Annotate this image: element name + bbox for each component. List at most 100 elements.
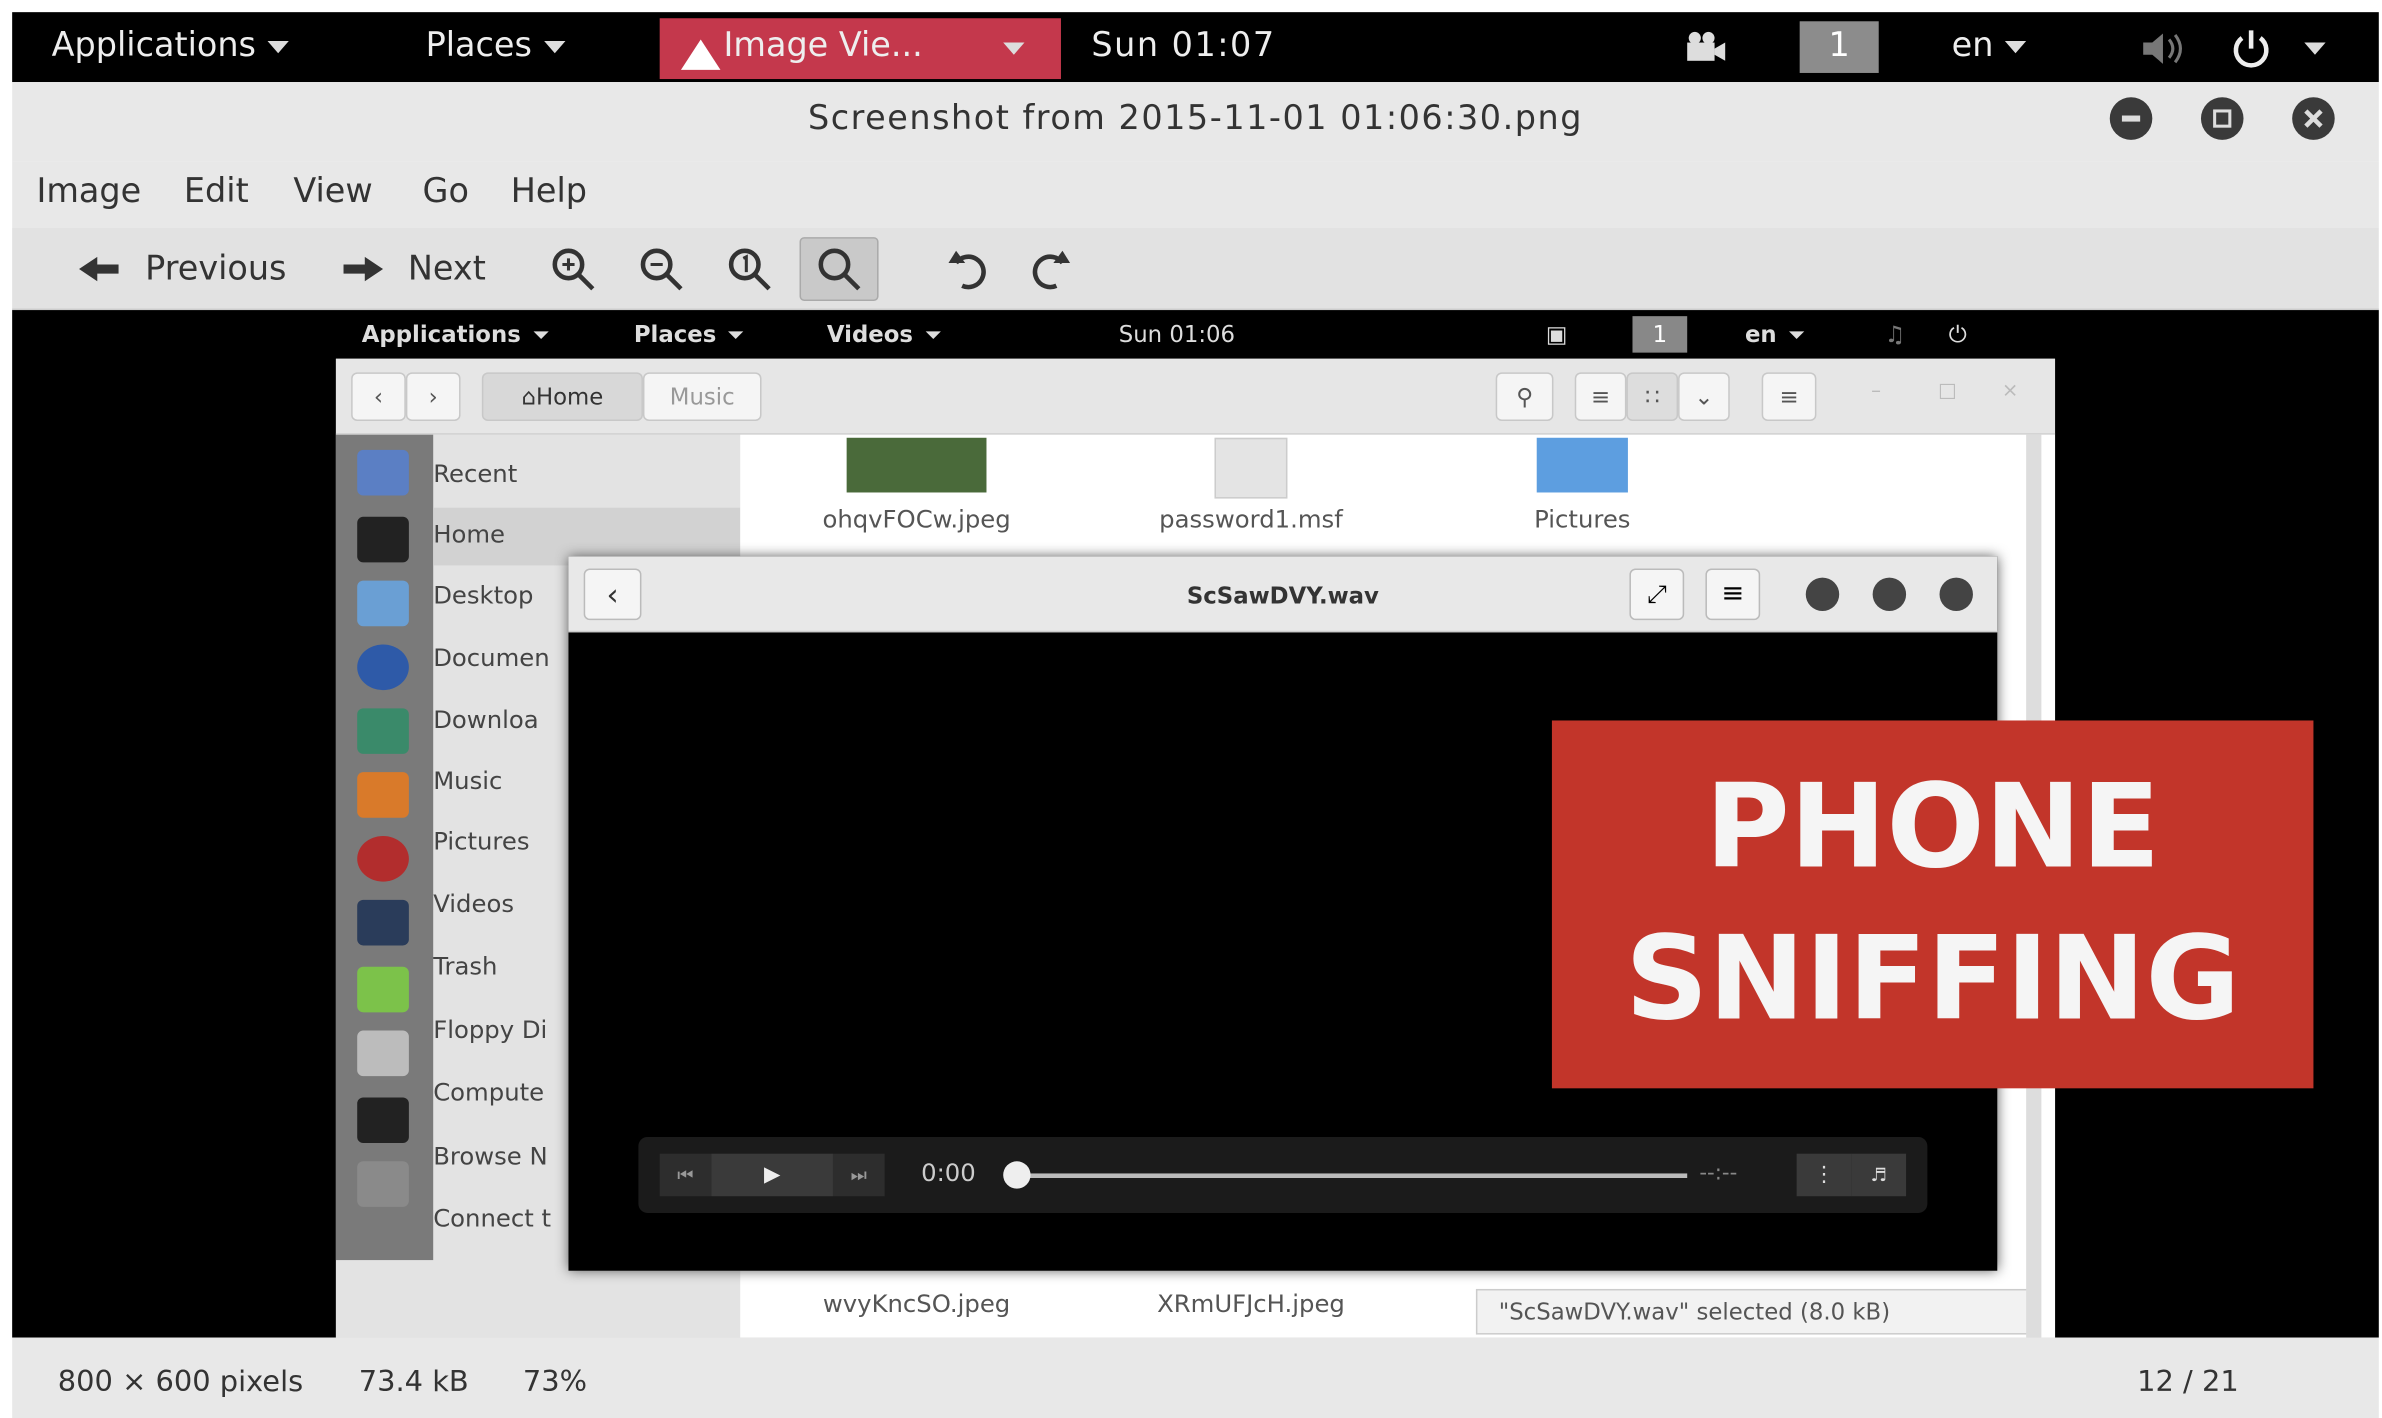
active-app-menu[interactable]: Image Vie... xyxy=(659,18,1061,80)
zoom-fit-button[interactable] xyxy=(799,237,879,301)
menu-go[interactable]: Go xyxy=(423,173,469,211)
breadcrumb-home-label: Home xyxy=(535,383,604,411)
zoom-original-icon xyxy=(728,248,771,291)
skip-back-icon: ⏮ xyxy=(659,1153,712,1197)
folder-icon xyxy=(357,580,409,627)
dock-tool-icon xyxy=(357,708,409,754)
inner-language: en xyxy=(1745,321,1805,348)
video-camera-icon[interactable] xyxy=(1681,30,1727,63)
rotate-right-icon xyxy=(1032,250,1071,290)
window-title: Screenshot from 2015-11-01 01:06:30.png xyxy=(807,100,1583,139)
chevron-down-icon xyxy=(1003,42,1025,55)
player-menu-icon: ≡ xyxy=(1705,568,1761,621)
playback-controls: ⏮ ▶ ⏭ 0:00 --:-- ⋮ ♬ xyxy=(638,1136,1928,1213)
pictures-folder-icon xyxy=(1536,437,1628,493)
kali-icon xyxy=(357,899,409,946)
workspace-indicator[interactable]: 1 xyxy=(1799,21,1879,73)
banner-line-2: SNIFFING xyxy=(1625,910,2241,1046)
close-icon xyxy=(2304,109,2323,128)
selection-status: "ScSawDVY.wav" selected (8.0 kB) xyxy=(1475,1288,2030,1335)
applications-menu[interactable]: Applications xyxy=(52,27,290,65)
status-bar: 800 × 600 pixels 73.4 kB 73% 12 / 21 xyxy=(12,1337,2379,1418)
inner-minimize-icon: – xyxy=(1871,380,1881,403)
image-position: 12 / 21 xyxy=(2137,1364,2239,1399)
inner-camera-icon: ▣ xyxy=(1545,320,1568,349)
house-icon xyxy=(680,39,721,70)
player-volume-icon: ♬ xyxy=(1851,1153,1907,1197)
sidebar-item-trash: Trash xyxy=(433,951,498,981)
next-label: Next xyxy=(407,250,486,289)
notes-icon xyxy=(357,966,409,1013)
zoom-out-button[interactable] xyxy=(629,237,693,301)
options-icon: ⋮ xyxy=(1796,1153,1852,1197)
toolbar: Previous Next xyxy=(12,228,2379,311)
power-icon[interactable] xyxy=(2228,27,2274,70)
sidebar-item-browse-network: Browse N xyxy=(433,1141,548,1171)
inner-applications-menu: Applications xyxy=(362,321,549,348)
menu-bar: Image Edit View Go Help xyxy=(12,161,2379,228)
close-button[interactable] xyxy=(2292,97,2335,140)
play-icon: ▶ xyxy=(711,1153,833,1197)
language-menu[interactable]: en xyxy=(1952,27,2027,65)
places-menu[interactable]: Places xyxy=(426,27,566,65)
seek-knob xyxy=(1003,1161,1031,1189)
sidebar-item-floppy: Floppy Di xyxy=(433,1015,548,1045)
rotate-left-icon xyxy=(948,250,986,290)
skip-forward-icon: ⏭ xyxy=(832,1153,885,1197)
burp-icon xyxy=(357,772,409,818)
inner-close-icon: × xyxy=(2001,380,2019,403)
fullscreen-icon: ⤢ xyxy=(1629,568,1685,621)
sidebar-item-pictures: Pictures xyxy=(433,826,530,856)
rotate-left-button[interactable] xyxy=(936,237,1000,301)
list-view-icon: ≡ xyxy=(1574,372,1627,422)
grid-view-icon: ∷ xyxy=(1626,372,1679,422)
menu-help[interactable]: Help xyxy=(511,173,587,211)
player-title: ScSawDVY.wav xyxy=(1186,582,1379,610)
menu-view[interactable]: View xyxy=(293,173,372,211)
metasploit-icon xyxy=(357,644,409,691)
rotate-right-button[interactable] xyxy=(1018,237,1082,301)
back-nav-icon: ‹ xyxy=(351,372,406,422)
top-panel: Applications Places Image Vie... Sun 01:… xyxy=(12,12,2379,83)
document-icon xyxy=(1214,437,1288,499)
arrow-left-icon xyxy=(78,256,118,282)
menu-image[interactable]: Image xyxy=(36,173,141,211)
sidebar-item-music: Music xyxy=(433,766,503,795)
clock[interactable]: Sun 01:07 xyxy=(1091,27,1275,65)
media-player-icon xyxy=(357,1097,409,1144)
sidebar-item-desktop: Desktop xyxy=(433,580,534,610)
file-item: password1.msf xyxy=(1159,504,1343,534)
minimize-button[interactable] xyxy=(2109,97,2153,140)
seek-bar xyxy=(1018,1173,1688,1178)
maximize-button[interactable] xyxy=(2200,97,2244,140)
volume-icon[interactable] xyxy=(2140,30,2189,66)
inner-maximize-icon: □ xyxy=(1938,380,1957,403)
remaining-time: --:-- xyxy=(1699,1161,1738,1186)
previous-label: Previous xyxy=(145,250,287,289)
file-item: Pictures xyxy=(1534,504,1631,534)
menu-edit[interactable]: Edit xyxy=(184,173,249,211)
hamburger-menu-icon: ≡ xyxy=(1761,372,1817,422)
file-manager-header: ‹ › ⌂ Home Music ⚲ ≡ ∷ ⌄ ≡ – □ × xyxy=(335,358,2056,435)
file-item: wvyKncSO.jpeg xyxy=(822,1288,1011,1318)
inner-power-icon: ⏻ xyxy=(1948,320,1967,349)
inner-clock: Sun 01:06 xyxy=(1118,320,1236,349)
forward-nav-icon: › xyxy=(405,372,461,422)
zoom-fit-icon xyxy=(818,248,861,291)
dock xyxy=(335,434,434,1261)
inner-volume-icon: ♫ xyxy=(1884,320,1906,349)
zoom-normal-button[interactable] xyxy=(717,237,781,301)
image-file-size: 73.4 kB xyxy=(358,1364,469,1399)
keyboard-icon xyxy=(357,1030,409,1077)
sidebar-item-recent: Recent xyxy=(433,459,518,488)
system-menu-chevron-icon[interactable] xyxy=(2304,42,2326,55)
inner-places-menu: Places xyxy=(634,321,744,348)
zoom-out-icon xyxy=(640,248,683,291)
previous-button[interactable]: Previous xyxy=(52,237,310,301)
player-close-icon xyxy=(1939,577,1973,612)
next-button[interactable]: Next xyxy=(313,237,511,301)
inner-active-app: Videos xyxy=(827,321,941,348)
view-options-chevron-icon: ⌄ xyxy=(1678,372,1730,422)
image-thumbnail xyxy=(846,437,987,493)
zoom-in-button[interactable] xyxy=(541,237,605,301)
